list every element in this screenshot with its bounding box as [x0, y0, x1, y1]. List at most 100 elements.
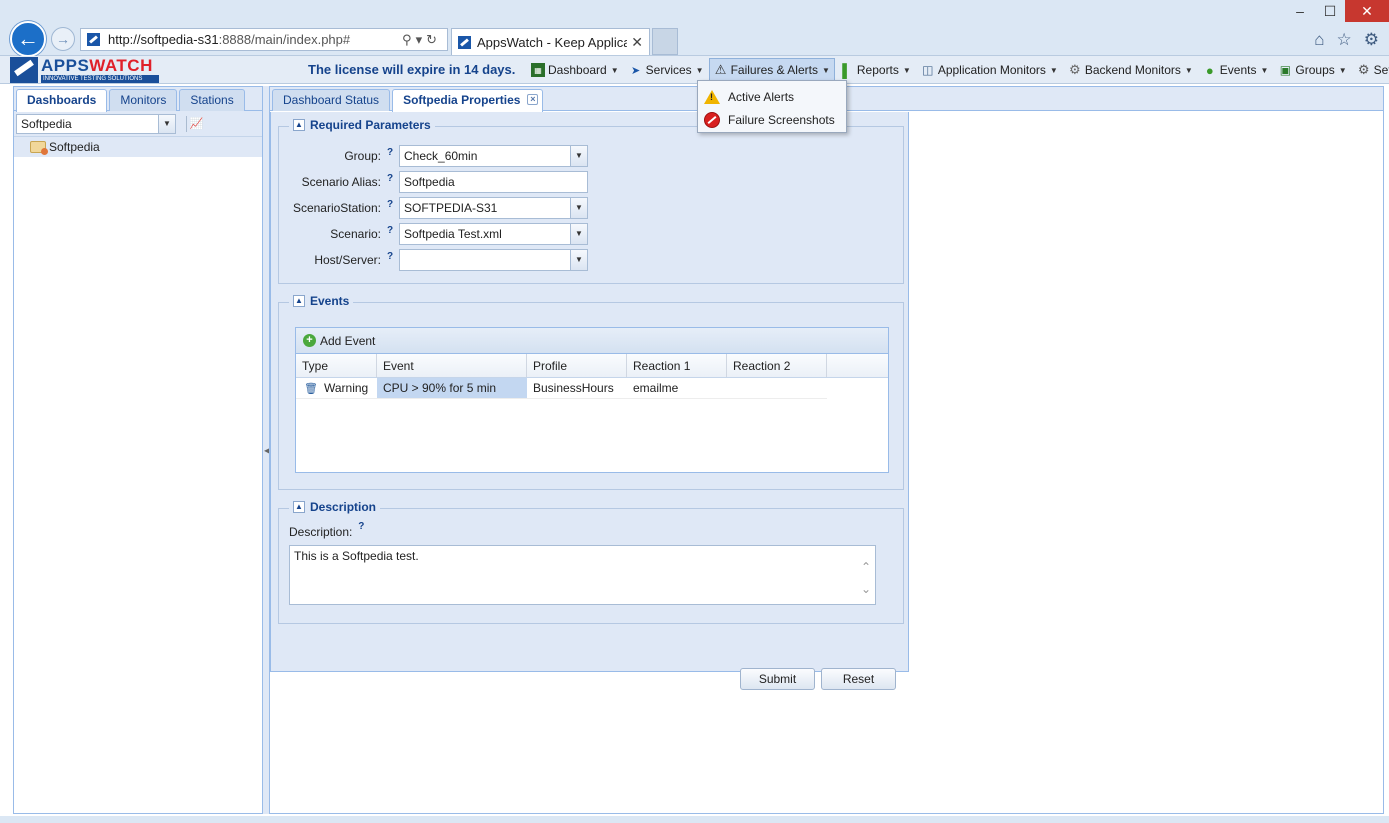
collapse-icon[interactable]: ▲ [293, 119, 305, 131]
menu-item-active-alerts[interactable]: Active Alerts [698, 85, 846, 108]
chevron-down-icon[interactable]: ▼ [570, 224, 587, 244]
menu-reports[interactable]: ▌ Reports ▼ [835, 58, 916, 82]
trash-icon[interactable]: 🗑 [304, 383, 318, 395]
menu-setup[interactable]: ⚙ Setup▼ [1352, 58, 1389, 82]
main-menubar: ▦ Dashboard ▼ ➤ Services ▼ ⚠ Failures & Al… [526, 58, 1389, 82]
chevron-down-icon[interactable]: ▼ [570, 198, 587, 218]
description-textarea[interactable]: This is a Softpedia test. ⌃ ⌄ [289, 545, 876, 605]
warning-icon [704, 89, 720, 104]
chevron-down-icon: ▼ [1260, 65, 1269, 75]
column-reaction-2[interactable]: Reaction 2 [727, 354, 827, 377]
help-icon[interactable]: ? [381, 173, 399, 184]
required-parameters-legend[interactable]: ▲ Required Parameters [289, 118, 435, 132]
submit-button[interactable]: Submit [740, 668, 815, 690]
events-fieldset: ▲ Events + Add Event Type Event Profile Re… [278, 294, 904, 490]
group-select[interactable]: Check_60min ▼ [399, 145, 588, 167]
description-legend[interactable]: ▲ Description [289, 500, 381, 514]
help-icon[interactable]: ? [352, 521, 370, 535]
help-icon[interactable]: ? [381, 199, 399, 210]
favorites-star-icon[interactable]: ☆ [1337, 30, 1352, 50]
close-tab-icon[interactable]: × [527, 94, 539, 105]
collapse-icon[interactable]: ▲ [293, 295, 305, 307]
add-event-button[interactable]: + Add Event [303, 334, 375, 348]
logo-prefix: APPS [41, 56, 90, 75]
textarea-scrollbar[interactable]: ⌃ ⌄ [861, 556, 871, 600]
events-legend[interactable]: ▲ Events [289, 294, 354, 308]
cell-event[interactable]: CPU > 90% for 5 min [377, 378, 527, 398]
host-server-select[interactable]: ▼ [399, 249, 588, 271]
cell-reaction-1[interactable]: emailme [627, 378, 727, 398]
menu-item-label: Failure Screenshots [728, 112, 835, 127]
column-profile[interactable]: Profile [527, 354, 627, 377]
menu-application-monitors[interactable]: ◫ Application Monitors ▼ [916, 58, 1063, 82]
scenario-alias-label: Scenario Alias: [301, 175, 381, 189]
new-tab-button[interactable] [652, 28, 678, 55]
collapse-icon[interactable]: ▲ [293, 501, 305, 513]
column-event[interactable]: Event [377, 354, 527, 377]
back-button[interactable]: ← [10, 21, 46, 57]
tab-monitors[interactable]: Monitors [109, 89, 178, 111]
chevron-down-icon: ▼ [695, 65, 704, 75]
gears-icon: ⚙ [1068, 62, 1081, 77]
app-header: APPSWATCH INNOVATIVE TESTING SOLUTIONS T… [0, 56, 1389, 84]
scenario-station-select[interactable]: SOFTPEDIA-S31 ▼ [399, 197, 588, 219]
group-value: Check_60min [404, 149, 478, 163]
help-icon[interactable]: ? [381, 225, 399, 236]
column-reaction-1[interactable]: Reaction 1 [627, 354, 727, 377]
maximize-button[interactable]: ☐ [1315, 0, 1345, 22]
tab-dashboards[interactable]: Dashboards [16, 89, 108, 112]
url-text[interactable]: http://softpedia-s31:8888/main/index.php… [108, 32, 402, 47]
menu-backend-monitors[interactable]: ⚙ Backend Monitors ▼ [1063, 58, 1198, 82]
tab-softpedia-properties[interactable]: Softpedia Properties × [392, 89, 544, 112]
tab-favicon-icon [458, 35, 471, 49]
search-icon[interactable]: ⚲ [402, 32, 416, 47]
menu-label: Backend Monitors [1084, 63, 1181, 77]
menu-dashboard[interactable]: ▦ Dashboard ▼ [526, 58, 624, 82]
tree-item-softpedia[interactable]: Softpedia [14, 137, 262, 157]
cell-reaction-2[interactable] [727, 378, 827, 398]
scroll-up-icon[interactable]: ⌃ [861, 560, 871, 574]
menu-groups[interactable]: ▣ Groups ▼ [1273, 58, 1351, 82]
menu-failures-alerts[interactable]: ⚠ Failures & Alerts ▼ [708, 58, 835, 82]
forward-button[interactable]: → [51, 27, 75, 51]
close-tab-icon[interactable]: ✕ [631, 34, 643, 51]
dropdown-arrow-icon[interactable]: ▾ [416, 32, 427, 47]
dashboard-icon: ▦ [531, 63, 545, 77]
table-row[interactable]: 🗑 Warning CPU > 90% for 5 min BusinessHou… [296, 378, 827, 399]
scenario-value: Softpedia Test.xml [404, 227, 502, 241]
description-label-row: Description:? [289, 521, 370, 539]
dashboard-selector[interactable]: Softpedia ▼ [16, 113, 176, 134]
help-icon[interactable]: ? [381, 251, 399, 262]
menu-item-failure-screenshots[interactable]: Failure Screenshots [698, 108, 846, 131]
cell-profile[interactable]: BusinessHours [527, 378, 627, 398]
chart-icon[interactable]: 📈 [186, 115, 203, 132]
scenario-select[interactable]: Softpedia Test.xml ▼ [399, 223, 588, 245]
home-icon[interactable]: ⌂ [1314, 30, 1324, 50]
add-event-label: Add Event [320, 333, 376, 348]
close-window-button[interactable]: ✕ [1345, 0, 1389, 22]
chevron-down-icon[interactable]: ▼ [570, 250, 587, 270]
menu-services[interactable]: ➤ Services ▼ [624, 58, 709, 82]
chevron-down-icon[interactable]: ▼ [158, 114, 175, 133]
tab-dashboard-status[interactable]: Dashboard Status [272, 89, 391, 111]
chevron-down-icon[interactable]: ▼ [570, 146, 587, 166]
refresh-icon[interactable]: ↻ [426, 32, 441, 47]
settings-gear-icon[interactable]: ⚙ [1364, 30, 1379, 50]
scenario-alias-input[interactable]: Softpedia [399, 171, 588, 193]
tab-stations[interactable]: Stations [179, 89, 245, 111]
description-value: This is a Softpedia test. [294, 549, 419, 563]
menu-label: Services [645, 63, 692, 77]
warning-icon: ⚠ [714, 62, 727, 77]
menu-events[interactable]: ● Events ▼ [1198, 58, 1274, 82]
minimize-button[interactable]: – [1285, 0, 1315, 22]
scroll-down-icon[interactable]: ⌄ [861, 582, 871, 596]
stop-icon [704, 111, 720, 128]
column-type[interactable]: Type [296, 354, 377, 377]
address-bar[interactable]: http://softpedia-s31:8888/main/index.php… [80, 28, 448, 51]
help-icon[interactable]: ? [381, 147, 399, 158]
appswatch-logo: APPSWATCH INNOVATIVE TESTING SOLUTIONS [10, 57, 160, 83]
browser-tab[interactable]: AppsWatch - Keep Applicat... ✕ [451, 28, 650, 55]
menu-label: Failures & Alerts [730, 63, 818, 77]
reset-button[interactable]: Reset [821, 668, 896, 690]
tree-item-label: Softpedia [49, 140, 100, 154]
